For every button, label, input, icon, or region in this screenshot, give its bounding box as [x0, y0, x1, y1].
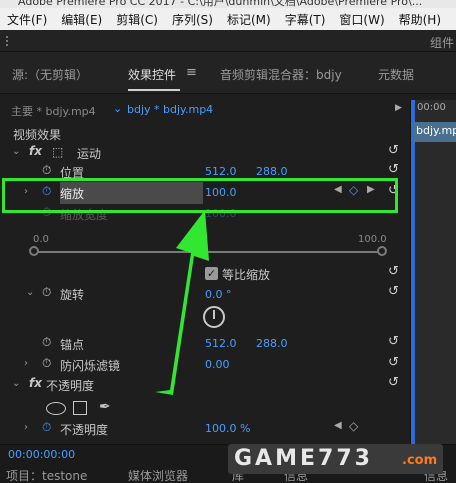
tab-media-browser[interactable]: 媒体浏览器	[128, 470, 188, 483]
chevron-down-icon[interactable]: ⌄	[12, 146, 20, 157]
property-rotation-label: 旋转	[60, 288, 85, 302]
panel-tab-bar: 源:（无剪辑） 效果控件 ≡ 音频剪辑混合器：bdjy 元数据	[0, 52, 456, 94]
reset-icon[interactable]: ↺	[388, 334, 399, 349]
master-clip-label[interactable]: 主要 * bdjy.mp4	[11, 103, 96, 119]
rectangle-mask-icon[interactable]	[73, 401, 87, 415]
mini-timeline[interactable]: 00:00 bdjy.mp4	[410, 100, 456, 444]
reset-icon[interactable]: ↺	[388, 375, 399, 390]
effect-opacity-label: 不透明度	[46, 379, 95, 393]
menu-bar: 文件(F) 编辑(E) 剪辑(C) 序列(S) 标记(M) 字幕(T) 窗口(W…	[0, 8, 456, 30]
stopwatch-icon[interactable]: ⏱	[42, 285, 51, 300]
stopwatch-icon[interactable]: ⏱	[42, 335, 51, 350]
anchor-x-value[interactable]: 512.0	[205, 337, 237, 350]
property-anchor-label: 锚点	[60, 338, 85, 352]
workspace-tab[interactable]: 组件	[430, 34, 454, 51]
section-video-effects-label: 视频效果	[13, 128, 62, 142]
uniform-scale-checkbox[interactable]: ✓	[205, 267, 218, 280]
slider-max-label: 100.0	[358, 234, 387, 245]
transform-icon[interactable]: ⬚	[52, 145, 63, 159]
panel-menu-icon[interactable]: ≡	[186, 65, 197, 80]
stopwatch-icon[interactable]: ⏱	[42, 420, 51, 435]
prev-keyframe-icon[interactable]: ◀	[334, 420, 342, 431]
chevron-right-icon[interactable]: ›	[24, 358, 28, 369]
property-opacity: › ⏱ 不透明度 100.0 % ◀ ◇	[0, 419, 410, 439]
workspace-bar: 组件	[0, 30, 456, 52]
grip-icon	[6, 36, 16, 46]
timeline-clip[interactable]: bdjy.mp4	[413, 122, 456, 142]
opacity-value[interactable]: 100.0 %	[205, 422, 250, 435]
stopwatch-icon[interactable]: ⏱	[42, 356, 51, 371]
menu-window[interactable]: 窗口(W)	[332, 11, 391, 28]
position-x-value[interactable]: 512.0	[205, 165, 237, 178]
pen-mask-icon[interactable]: ✒	[99, 399, 111, 415]
menu-file[interactable]: 文件(F)	[0, 11, 54, 28]
fx-icon[interactable]: fx	[29, 376, 42, 390]
anchor-y-value[interactable]: 288.0	[256, 337, 288, 350]
menu-clip[interactable]: 剪辑(C)	[109, 11, 165, 28]
tab-effect-controls[interactable]: 效果控件	[128, 66, 176, 83]
title-bar: Adobe Premiere Pro CC 2017 - C:\用户\dunmi…	[0, 0, 456, 8]
effect-opacity[interactable]: ⌄ fx 不透明度 ↺	[0, 375, 410, 395]
watermark-text: GAME773	[234, 446, 373, 471]
play-icon[interactable]: ▶	[395, 103, 402, 113]
uniform-scale-label: 等比缩放	[222, 268, 271, 282]
reset-icon[interactable]: ↺	[388, 284, 399, 299]
chevron-down-icon[interactable]: ⌄	[113, 102, 122, 115]
property-anti-flicker-label: 防闪烁滤镜	[60, 359, 121, 373]
property-anchor: ⏱ 锚点 512.0 288.0 ↺	[0, 334, 410, 354]
active-tab-indicator	[128, 89, 180, 91]
menu-help[interactable]: 帮助(H)	[392, 11, 448, 28]
menu-edit[interactable]: 编辑(E)	[54, 11, 109, 28]
slider-min-label: 0.0	[33, 234, 49, 245]
property-opacity-label: 不透明度	[60, 423, 109, 437]
fx-icon[interactable]: fx	[29, 144, 42, 158]
anti-flicker-value[interactable]: 0.00	[205, 358, 230, 371]
slider-max-handle[interactable]	[377, 246, 387, 256]
tab-audio-clip-mixer[interactable]: 音频剪辑混合器：bdjy	[220, 66, 342, 83]
add-keyframe-icon[interactable]: ◇	[349, 419, 358, 433]
scale-slider-track[interactable]	[36, 251, 381, 253]
reset-icon[interactable]: ↺	[388, 355, 399, 370]
property-rotation: ⌄ ⏱ 旋转 0.0 ° ↺	[0, 284, 410, 304]
reset-icon[interactable]: ↺	[388, 162, 399, 177]
annotation-highlight-box	[2, 178, 398, 213]
stopwatch-icon[interactable]: ⏱	[42, 163, 51, 178]
watermark-logo: GAME773 .com	[228, 444, 443, 474]
reset-icon[interactable]: ↺	[388, 264, 399, 279]
rotation-value[interactable]: 0.0 °	[205, 288, 232, 301]
chevron-down-icon[interactable]: ⌄	[12, 378, 20, 389]
current-timecode[interactable]: 00:00:00:00	[8, 448, 75, 461]
watermark-suffix: .com	[402, 453, 438, 468]
tab-source[interactable]: 源:（无剪辑）	[12, 66, 88, 83]
reset-icon[interactable]: ↺	[388, 143, 399, 158]
chevron-down-icon[interactable]: ⌄	[26, 287, 34, 298]
chevron-right-icon[interactable]: ›	[24, 422, 28, 433]
ellipse-mask-icon[interactable]	[46, 402, 66, 415]
sequence-selector: 主要 * bdjy.mp4 ⌄ bdjy * bdjy.mp4 ▶	[0, 100, 410, 120]
effect-motion-label: 运动	[77, 147, 102, 161]
window-title: Adobe Premiere Pro CC 2017 - C:\用户\dunmi…	[18, 0, 423, 8]
sequence-clip-label[interactable]: bdjy * bdjy.mp4	[127, 103, 213, 116]
tab-project[interactable]: 项目：testone	[6, 470, 87, 483]
position-y-value[interactable]: 288.0	[256, 165, 288, 178]
menu-title[interactable]: 字幕(T)	[278, 11, 333, 28]
property-anti-flicker: › ⏱ 防闪烁滤镜 0.00 ↺	[0, 355, 410, 375]
slider-min-handle[interactable]	[29, 246, 39, 256]
rotation-dial-hand	[213, 310, 215, 319]
playhead[interactable]	[411, 100, 415, 444]
effect-motion[interactable]: ⌄ fx ⬚ 运动 ↺	[0, 143, 410, 163]
menu-sequence[interactable]: 序列(S)	[165, 11, 220, 28]
menu-marker[interactable]: 标记(M)	[220, 11, 278, 28]
tab-metadata[interactable]: 元数据	[378, 66, 414, 83]
section-video-effects: 视频效果	[0, 124, 410, 144]
timeline-ruler-time: 00:00	[417, 102, 446, 113]
